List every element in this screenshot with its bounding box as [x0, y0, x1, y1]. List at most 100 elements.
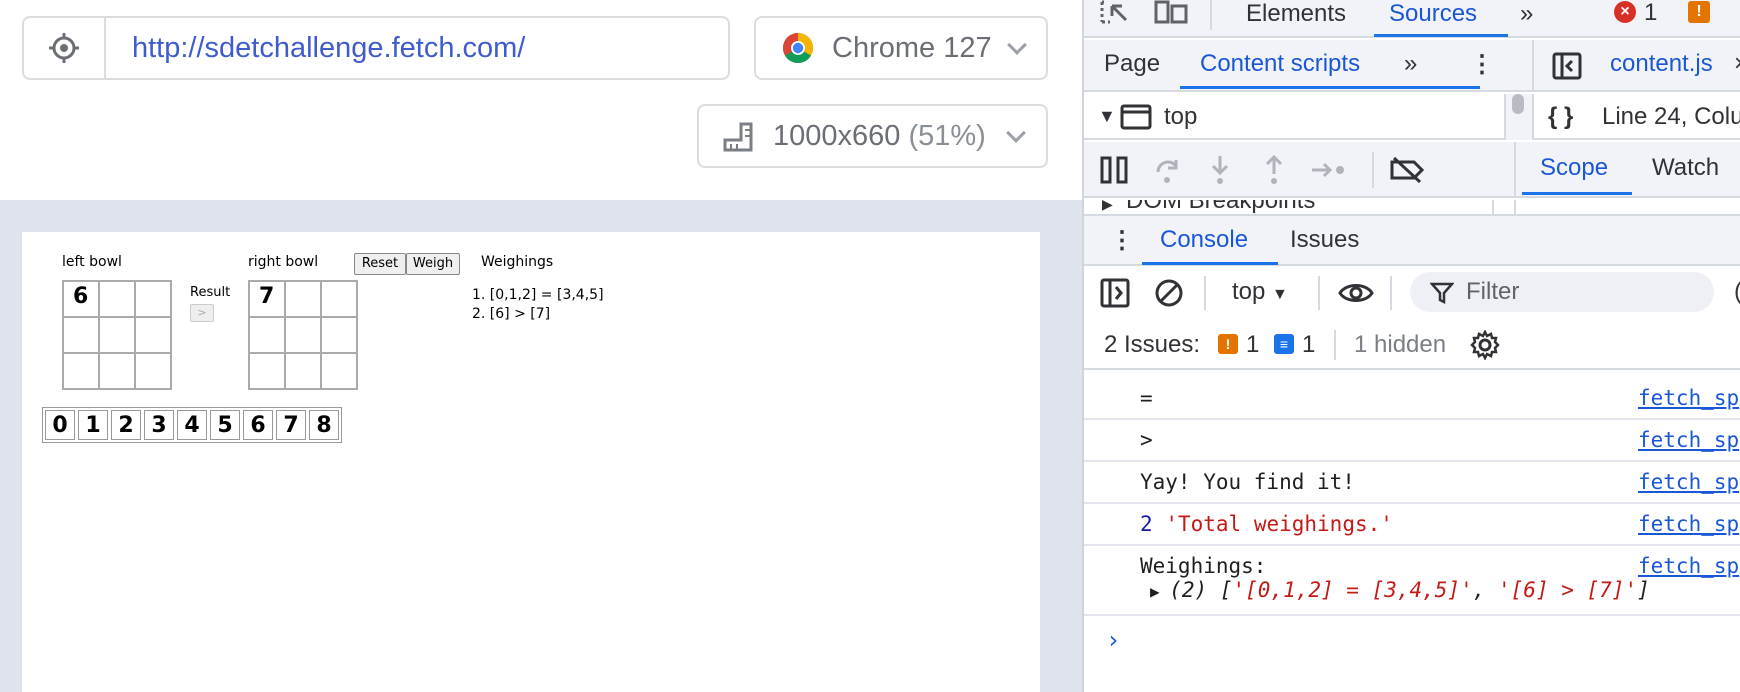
tab-scope[interactable]: Scope: [1540, 154, 1608, 182]
expand-arrow-icon[interactable]: ▼: [1098, 106, 1116, 127]
right-bowl-cell[interactable]: [249, 317, 285, 353]
right-bowl-cell[interactable]: [285, 353, 321, 389]
dom-breakpoints-label[interactable]: DOM Breakpoints: [1126, 200, 1315, 214]
page-viewport: left bowl 6 Result > right bowl 7 Reset …: [22, 232, 1040, 692]
left-bowl-cell[interactable]: [135, 281, 171, 317]
left-bowl-cell[interactable]: [135, 317, 171, 353]
log-message: 2 'Total weighings.': [1140, 512, 1393, 536]
right-bowl-cell[interactable]: 7: [249, 281, 285, 317]
left-bowl-cell[interactable]: [63, 317, 99, 353]
close-icon[interactable]: ×: [1734, 50, 1740, 78]
divider: [1318, 276, 1320, 310]
right-bowl-cell[interactable]: [285, 317, 321, 353]
coin-button[interactable]: 0: [45, 410, 75, 440]
left-bowl-cell[interactable]: [135, 353, 171, 389]
coin-button[interactable]: 5: [210, 410, 240, 440]
error-icon[interactable]: ×: [1614, 1, 1636, 23]
log-source-link[interactable]: fetch_sp: [1638, 428, 1739, 452]
info-issue-icon[interactable]: ≡: [1274, 334, 1294, 354]
devtools-panel: Elements Sources » × 1 ! Page Content sc…: [1082, 0, 1740, 692]
right-bowl-cell[interactable]: [285, 281, 321, 317]
console-toolbar: top ▼ Filter (: [1084, 268, 1740, 318]
step-into-icon[interactable]: [1206, 154, 1234, 186]
deactivate-breakpoints-icon[interactable]: [1390, 156, 1424, 184]
show-sidebar-icon[interactable]: [1100, 278, 1130, 308]
expand-arrow-icon[interactable]: ▶: [1150, 582, 1169, 601]
inspect-element-icon[interactable]: [1100, 0, 1132, 26]
navigator-row: ▼ top { } Line 24, Column: [1084, 94, 1740, 140]
left-bowl-cell[interactable]: [99, 317, 135, 353]
warning-issue-count[interactable]: 1: [1246, 331, 1259, 359]
more-tabs-icon[interactable]: »: [1520, 0, 1533, 28]
scrollbar-thumb[interactable]: [1512, 94, 1524, 114]
tab-issues[interactable]: Issues: [1290, 226, 1359, 254]
eye-icon[interactable]: [1338, 280, 1374, 306]
result-button[interactable]: >: [190, 304, 214, 322]
left-bowl-cell[interactable]: [99, 353, 135, 389]
divider: [1514, 142, 1516, 198]
console-prompt-icon[interactable]: ›: [1106, 626, 1120, 654]
device-emulation-pane: http://sdetchallenge.fetch.com/ Chrome 1…: [0, 0, 1082, 692]
right-bowl-cell[interactable]: [321, 281, 357, 317]
coin-button[interactable]: 2: [111, 410, 141, 440]
warning-issue-icon[interactable]: !: [1218, 334, 1238, 354]
coin-button[interactable]: 8: [309, 410, 339, 440]
step-over-icon[interactable]: [1154, 156, 1182, 184]
step-icon[interactable]: [1310, 156, 1346, 184]
pretty-print-icon[interactable]: { }: [1548, 103, 1573, 131]
error-count[interactable]: 1: [1644, 0, 1657, 27]
log-source-link[interactable]: fetch_sp: [1638, 554, 1739, 578]
tab-elements[interactable]: Elements: [1246, 0, 1346, 28]
dimensions-select[interactable]: 1000x660 (51%): [697, 104, 1048, 168]
coin-button[interactable]: 6: [243, 410, 273, 440]
warning-icon[interactable]: !: [1688, 1, 1710, 23]
coin-button[interactable]: 1: [78, 410, 108, 440]
array-preview[interactable]: ▶ (2) ['[0,1,2] = [3,4,5]', '[6] > [7]']: [1150, 578, 1650, 602]
coin-button[interactable]: 4: [177, 410, 207, 440]
left-bowl-cell[interactable]: [99, 281, 135, 317]
drawer-menu-icon[interactable]: ⋮: [1110, 226, 1134, 255]
tab-page[interactable]: Page: [1104, 50, 1160, 78]
weigh-button[interactable]: Weigh: [406, 253, 460, 275]
step-out-icon[interactable]: [1260, 154, 1288, 186]
reset-button[interactable]: Reset: [354, 253, 406, 275]
tab-console[interactable]: Console: [1160, 226, 1248, 254]
sidebar-toggle-icon[interactable]: [1552, 52, 1582, 80]
pause-icon[interactable]: [1100, 156, 1128, 184]
tab-sources[interactable]: Sources: [1389, 0, 1477, 28]
tab-content-scripts[interactable]: Content scripts: [1200, 50, 1360, 78]
more-options-icon[interactable]: ⋮: [1470, 50, 1494, 79]
right-bowl-cell[interactable]: [321, 353, 357, 389]
clear-console-icon[interactable]: [1154, 278, 1184, 308]
inspect-target-icon[interactable]: [24, 18, 106, 78]
log-source-link[interactable]: fetch_sp: [1638, 386, 1739, 410]
url-field[interactable]: http://sdetchallenge.fetch.com/: [22, 16, 730, 80]
url-text[interactable]: http://sdetchallenge.fetch.com/: [132, 32, 525, 65]
right-bowl-cell[interactable]: [321, 317, 357, 353]
coin-button[interactable]: 7: [276, 410, 306, 440]
log-source-link[interactable]: fetch_sp: [1638, 470, 1739, 494]
right-bowl-cell[interactable]: [249, 353, 285, 389]
frame-icon: [1120, 104, 1152, 130]
active-console-indicator: [1142, 262, 1278, 265]
left-bowl-cell[interactable]: [63, 353, 99, 389]
context-select[interactable]: top ▼: [1232, 278, 1288, 306]
coin-button[interactable]: 3: [144, 410, 174, 440]
overflow-icon[interactable]: (: [1734, 278, 1740, 306]
expand-arrow-icon[interactable]: ▶: [1102, 200, 1113, 213]
tab-watch[interactable]: Watch: [1652, 154, 1719, 182]
dom-breakpoints-row[interactable]: ▶ DOM Breakpoints: [1084, 200, 1740, 214]
browser-select[interactable]: Chrome 127: [754, 16, 1048, 80]
tree-top-label[interactable]: top: [1164, 103, 1197, 131]
device-toggle-icon[interactable]: [1154, 0, 1188, 26]
info-issue-count[interactable]: 1: [1302, 331, 1315, 359]
divider: [1210, 0, 1212, 30]
open-file-tab[interactable]: content.js: [1610, 50, 1713, 78]
more-tabs-icon[interactable]: »: [1404, 50, 1417, 78]
hidden-issues-label[interactable]: 1 hidden: [1354, 331, 1446, 359]
log-source-link[interactable]: fetch_sp: [1638, 512, 1739, 536]
gear-icon[interactable]: [1470, 330, 1500, 360]
filter-input[interactable]: Filter: [1410, 272, 1714, 312]
left-bowl-cell[interactable]: 6: [63, 281, 99, 317]
right-bowl-grid: 7: [248, 280, 358, 390]
